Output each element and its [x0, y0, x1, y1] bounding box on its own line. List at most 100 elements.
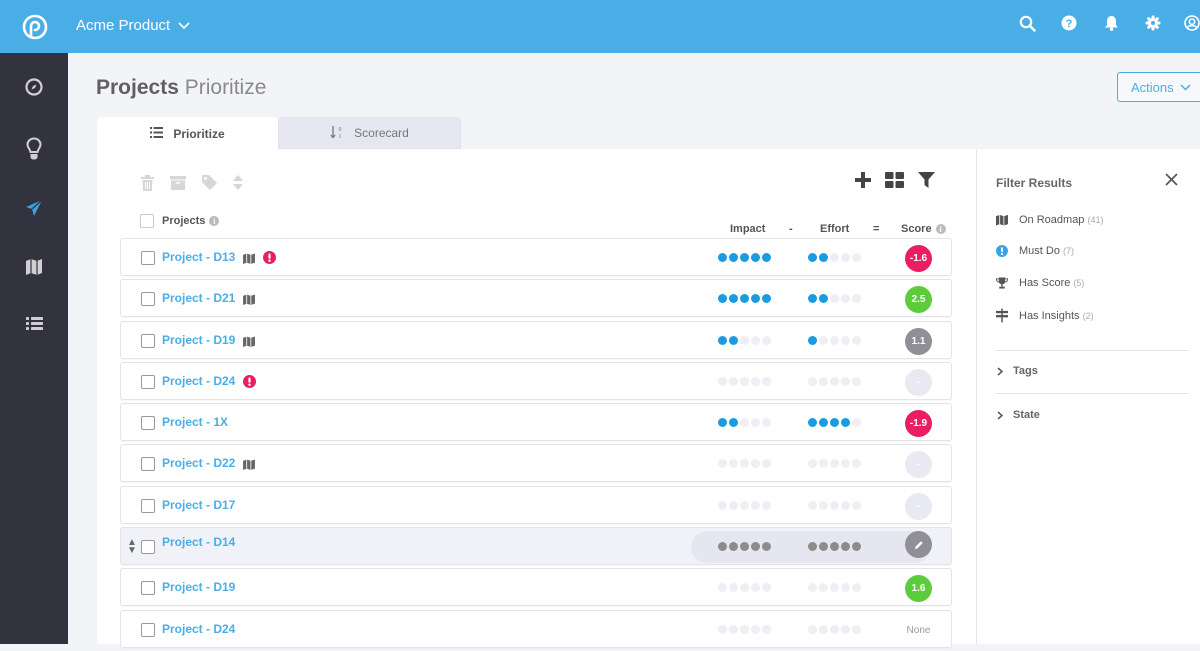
rating-dot[interactable]: [852, 542, 861, 552]
rating-dot[interactable]: [718, 253, 727, 262]
rating-dot[interactable]: [830, 376, 839, 386]
rating-dot[interactable]: [852, 583, 861, 593]
effort-rating[interactable]: [808, 583, 861, 593]
effort-rating[interactable]: [808, 253, 861, 262]
rating-dot[interactable]: [841, 253, 850, 262]
gear-icon[interactable]: [1142, 12, 1164, 34]
rating-dot[interactable]: [729, 459, 738, 469]
rating-dot[interactable]: [830, 542, 839, 552]
sort-icon[interactable]: [233, 175, 243, 190]
rating-dot[interactable]: [808, 542, 817, 552]
rating-dot[interactable]: [729, 294, 738, 304]
rating-dot[interactable]: [718, 335, 727, 345]
rating-dot[interactable]: [762, 253, 771, 262]
project-name-link[interactable]: Project - D24: [162, 622, 235, 636]
info-icon[interactable]: i: [935, 224, 946, 234]
rating-dot[interactable]: [830, 583, 839, 593]
rating-dot[interactable]: [740, 376, 749, 386]
table-row[interactable]: Project - D22 -: [120, 444, 952, 483]
nav-item-roadmap[interactable]: [0, 249, 68, 289]
nav-item-lists[interactable]: [0, 306, 68, 346]
rating-dot[interactable]: [751, 418, 760, 428]
actions-button[interactable]: Actions: [1117, 72, 1200, 102]
rating-dot[interactable]: [729, 418, 738, 428]
table-row[interactable]: Project - D17 -: [120, 485, 952, 524]
rating-dot[interactable]: [740, 253, 749, 262]
drag-handle-icon[interactable]: ▲ ▼: [127, 538, 137, 556]
product-switcher[interactable]: Acme Product: [76, 17, 190, 34]
rating-dot[interactable]: [740, 500, 749, 510]
impact-rating[interactable]: [718, 583, 771, 593]
table-row[interactable]: Project - D21 2.5: [120, 279, 952, 318]
rating-dot[interactable]: [718, 459, 727, 469]
rating-dot[interactable]: [740, 459, 749, 469]
rating-dot[interactable]: [718, 500, 727, 510]
effort-rating[interactable]: [808, 624, 861, 634]
rating-dot[interactable]: [830, 418, 839, 428]
rating-dot[interactable]: [808, 253, 817, 262]
rating-dot[interactable]: [740, 583, 749, 593]
edit-score-button[interactable]: [905, 531, 932, 559]
rating-dot[interactable]: [718, 624, 727, 634]
rating-dot[interactable]: [762, 376, 771, 386]
rating-dot[interactable]: [740, 418, 749, 428]
rating-dot[interactable]: [808, 418, 817, 428]
rating-dot[interactable]: [762, 418, 771, 428]
rating-dot[interactable]: [819, 294, 828, 304]
rating-dot[interactable]: [819, 376, 828, 386]
rating-dot[interactable]: [841, 624, 850, 634]
rating-dot[interactable]: [808, 376, 817, 386]
rating-dot[interactable]: [841, 542, 850, 552]
row-checkbox[interactable]: [141, 581, 155, 596]
rating-dot[interactable]: [841, 459, 850, 469]
rating-dot[interactable]: [852, 376, 861, 386]
row-checkbox[interactable]: [141, 540, 155, 555]
rating-dot[interactable]: [762, 583, 771, 593]
rating-dot[interactable]: [830, 253, 839, 262]
table-row[interactable]: Project - D24 -: [120, 361, 952, 400]
score-badge[interactable]: -: [905, 492, 932, 520]
select-all-checkbox[interactable]: [140, 214, 154, 228]
rating-dot[interactable]: [718, 294, 727, 304]
user-avatar-icon[interactable]: [1184, 12, 1200, 34]
logo-icon[interactable]: [22, 14, 48, 40]
rating-dot[interactable]: [751, 542, 760, 552]
rating-dot[interactable]: [841, 294, 850, 304]
score-badge[interactable]: -1.9: [905, 410, 932, 438]
impact-rating[interactable]: [718, 335, 771, 345]
impact-rating[interactable]: [718, 376, 771, 386]
rating-dot[interactable]: [751, 294, 760, 304]
rating-dot[interactable]: [740, 542, 749, 552]
rating-dot[interactable]: [751, 253, 760, 262]
rating-dot[interactable]: [852, 335, 861, 345]
search-icon[interactable]: [1016, 12, 1038, 34]
rating-dot[interactable]: [762, 294, 771, 304]
filter-on-roadmap[interactable]: On Roadmap (41): [996, 214, 1104, 226]
rating-dot[interactable]: [718, 542, 727, 552]
table-row[interactable]: Project - D19 1.6: [120, 568, 952, 607]
project-name-link[interactable]: Project - D17: [162, 498, 235, 512]
rating-dot[interactable]: [819, 459, 828, 469]
rating-dot[interactable]: [852, 500, 861, 510]
impact-rating[interactable]: [718, 624, 771, 634]
nav-item-insights[interactable]: [0, 131, 68, 171]
tab-prioritize[interactable]: Prioritize: [97, 117, 278, 151]
row-checkbox[interactable]: [141, 457, 155, 472]
rating-dot[interactable]: [718, 418, 727, 428]
rating-dot[interactable]: [830, 335, 839, 345]
rating-dot[interactable]: [819, 583, 828, 593]
help-icon[interactable]: ?: [1058, 12, 1080, 34]
effort-rating[interactable]: [808, 376, 861, 386]
rating-dot[interactable]: [808, 500, 817, 510]
trash-icon[interactable]: [140, 174, 155, 191]
filter-has-score[interactable]: Has Score (5): [996, 277, 1084, 289]
impact-column-header[interactable]: Impact: [730, 223, 765, 235]
add-icon[interactable]: [855, 172, 871, 188]
project-name-link[interactable]: Project - D19: [162, 333, 235, 347]
filter-must-do[interactable]: Must Do (7): [996, 245, 1074, 257]
effort-rating[interactable]: [808, 294, 861, 304]
rating-dot[interactable]: [830, 294, 839, 304]
impact-rating[interactable]: [718, 418, 771, 428]
row-checkbox[interactable]: [141, 251, 155, 265]
project-name-link[interactable]: Project - D19: [162, 580, 235, 594]
